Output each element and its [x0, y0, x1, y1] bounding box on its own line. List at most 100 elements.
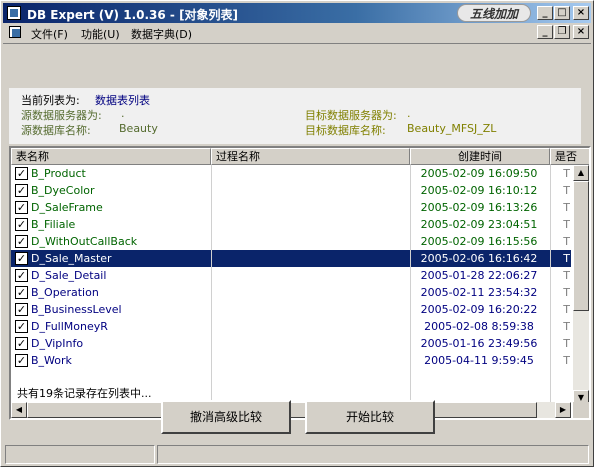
row-checkbox[interactable]: ✓ [15, 269, 28, 282]
target-db-value: Beauty_MFSJ_ZL [407, 122, 497, 135]
table-name-cell: D_Sale_Detail [31, 269, 107, 282]
cancel-advanced-compare-button[interactable]: 撤消高级比较 [161, 400, 291, 434]
table-row[interactable]: ✓ B_Filiale 2005-02-09 23:04:51 T [11, 216, 571, 233]
list-header: 表名称 过程名称 创建时间 是否 [11, 148, 589, 165]
row-checkbox[interactable]: ✓ [15, 167, 28, 180]
child-close-button[interactable]: × [573, 25, 589, 39]
scroll-up-arrow-icon[interactable]: ▲ [573, 165, 589, 181]
row-checkbox[interactable]: ✓ [15, 201, 28, 214]
horizontal-scrollbar[interactable]: ◀ ▶ [11, 402, 571, 418]
target-server-label: 目标数据服务器为: [305, 109, 397, 122]
flag-cell: T [563, 269, 570, 282]
vertical-scrollbar[interactable]: ▲ ▼ [573, 165, 589, 406]
maximize-button[interactable]: □ [554, 6, 570, 20]
object-list-view[interactable]: 表名称 过程名称 创建时间 是否 ✓ B_Product 2005-02-09 16… [9, 146, 591, 420]
child-restore-button[interactable]: ❐ [554, 25, 570, 39]
flag-cell: T [563, 286, 570, 299]
scroll-right-arrow-icon[interactable]: ▶ [555, 402, 571, 418]
table-name-cell: D_Sale_Master [31, 252, 112, 265]
table-row[interactable]: ✓ B_Product 2005-02-09 16:09:50 T [11, 165, 571, 182]
created-time-cell: 2005-01-16 23:49:56 [420, 337, 538, 350]
title-bar[interactable]: DB Expert (V) 1.0.36 - [对象列表] 五线加加 _ □ × [3, 3, 591, 23]
main-window: DB Expert (V) 1.0.36 - [对象列表] 五线加加 _ □ ×… [0, 0, 594, 467]
table-row[interactable]: ✓ B_Work 2005-04-11 9:59:45 T [11, 352, 571, 369]
created-time-cell: 2005-02-08 8:59:38 [424, 320, 534, 333]
source-db-value: Beauty [119, 122, 158, 135]
table-row[interactable]: ✓ D_FullMoneyR 2005-02-08 8:59:38 T [11, 318, 571, 335]
table-row[interactable]: ✓ D_VipInfo 2005-01-16 23:49:56 T [11, 335, 571, 352]
column-header-created-time[interactable]: 创建时间 [410, 148, 550, 165]
created-time-cell: 2005-04-11 9:59:45 [424, 354, 534, 367]
row-checkbox[interactable]: ✓ [15, 320, 28, 333]
table-name-cell: B_Filiale [31, 218, 76, 231]
table-row[interactable]: ✓ D_SaleFrame 2005-02-09 16:13:26 T [11, 199, 571, 216]
column-header-table-name[interactable]: 表名称 [11, 148, 211, 165]
flag-cell: T [563, 320, 570, 333]
current-list-value: 数据表列表 [95, 94, 150, 107]
procedure-name-cell [215, 267, 407, 284]
menu-data-dictionary[interactable]: 数据字典(D) [131, 26, 192, 42]
row-checkbox[interactable]: ✓ [15, 286, 28, 299]
table-name-cell: B_Work [31, 354, 72, 367]
procedure-name-cell [215, 233, 407, 250]
minimize-button[interactable]: _ [537, 6, 553, 20]
table-row[interactable]: ✓ D_WithOutCallBack 2005-02-09 16:15:56 T [11, 233, 571, 250]
current-list-label: 当前列表为: [21, 94, 80, 107]
row-checkbox[interactable]: ✓ [15, 235, 28, 248]
app-icon[interactable] [7, 6, 21, 20]
procedure-name-cell [215, 301, 407, 318]
row-checkbox[interactable]: ✓ [15, 252, 28, 265]
table-row[interactable]: ✓ B_Operation 2005-02-11 23:54:32 T [11, 284, 571, 301]
table-name-cell: B_DyeColor [31, 184, 95, 197]
source-db-label: 源数据库名称: [21, 124, 91, 137]
object-list-child-window: 当前列表为: 数据表列表 源数据服务器为: . 目标数据服务器为: . 源数据库… [3, 43, 591, 443]
procedure-name-cell [215, 165, 407, 182]
procedure-name-cell [215, 284, 407, 301]
menu-bar: 文件(F) 功能(U) 数据字典(D) _ ❐ × [3, 24, 591, 42]
source-server-value: . [121, 107, 125, 120]
created-time-cell: 2005-02-09 16:20:22 [420, 303, 538, 316]
procedure-name-cell [215, 318, 407, 335]
flag-cell: T [563, 167, 570, 180]
menu-function[interactable]: 功能(U) [81, 26, 120, 42]
target-server-value: . [407, 107, 411, 120]
table-row[interactable]: ✓ B_DyeColor 2005-02-09 16:10:12 T [11, 182, 571, 199]
child-minimize-button[interactable]: _ [537, 25, 553, 39]
vertical-scroll-thumb[interactable] [573, 181, 589, 311]
table-name-cell: D_SaleFrame [31, 201, 103, 214]
menu-file[interactable]: 文件(F) [31, 26, 68, 42]
source-server-label: 源数据服务器为: [21, 109, 102, 122]
record-count-text: 共有19条记录存在列表中... [17, 387, 152, 400]
table-row[interactable]: ✓ B_BusinessLevel 2005-02-09 16:20:22 T [11, 301, 571, 318]
created-time-cell: 2005-01-28 22:06:27 [420, 269, 538, 282]
scroll-left-arrow-icon[interactable]: ◀ [11, 402, 27, 418]
row-checkbox[interactable]: ✓ [15, 303, 28, 316]
created-time-cell: 2005-02-06 16:16:42 [420, 252, 538, 265]
row-checkbox[interactable]: ✓ [15, 184, 28, 197]
table-name-cell: D_WithOutCallBack [31, 235, 138, 248]
status-pane-secondary [157, 445, 589, 464]
row-checkbox[interactable]: ✓ [15, 337, 28, 350]
procedure-name-cell [215, 335, 407, 352]
start-compare-button[interactable]: 开始比较 [305, 400, 435, 434]
table-name-cell: B_BusinessLevel [31, 303, 122, 316]
target-db-label: 目标数据库名称: [305, 124, 386, 137]
table-name-cell: D_VipInfo [31, 337, 84, 350]
row-checkbox[interactable]: ✓ [15, 354, 28, 367]
column-header-flag[interactable]: 是否 [550, 148, 589, 165]
created-time-cell: 2005-02-09 16:10:12 [420, 184, 538, 197]
row-checkbox[interactable]: ✓ [15, 218, 28, 231]
created-time-cell: 2005-02-09 16:15:56 [420, 235, 538, 248]
flag-cell: T [563, 252, 570, 265]
column-header-procedure-name[interactable]: 过程名称 [211, 148, 410, 165]
document-icon[interactable] [9, 26, 21, 38]
flag-cell: T [563, 184, 570, 197]
table-row[interactable]: ✓ D_Sale_Master 2005-02-06 16:16:42 T [11, 250, 571, 267]
table-row[interactable]: ✓ D_Sale_Detail 2005-01-28 22:06:27 T [11, 267, 571, 284]
close-button[interactable]: × [573, 6, 589, 20]
created-time-cell: 2005-02-09 16:13:26 [420, 201, 538, 214]
flag-cell: T [563, 354, 570, 367]
table-name-cell: B_Operation [31, 286, 99, 299]
column-divider [410, 165, 411, 405]
logo-badge: 五线加加 [457, 4, 531, 22]
